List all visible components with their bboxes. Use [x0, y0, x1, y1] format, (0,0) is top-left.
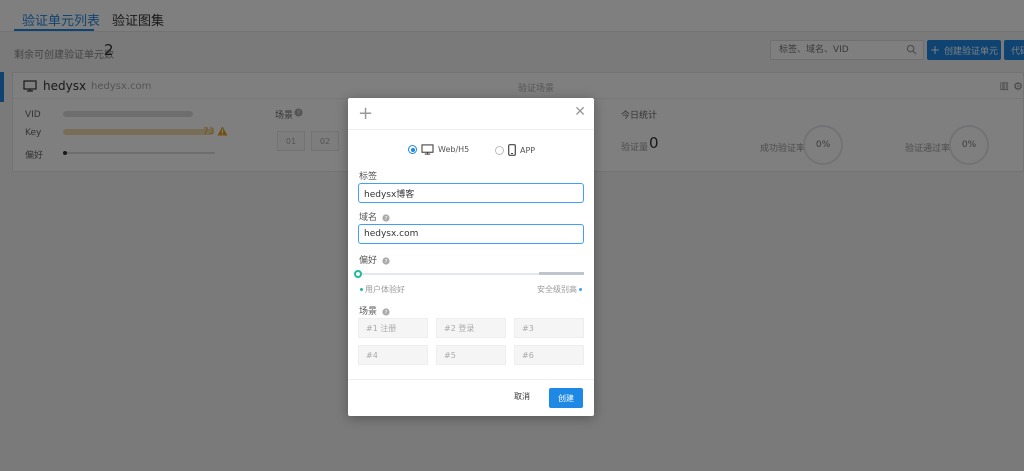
close-icon[interactable]: ✕	[574, 105, 586, 119]
domain-input[interactable]	[358, 224, 584, 244]
scene-option[interactable]: #6	[514, 345, 584, 365]
scene-option[interactable]: #3	[514, 318, 584, 338]
scene-option[interactable]: #5	[436, 345, 506, 365]
help-icon[interactable]: ?	[382, 256, 390, 265]
blue-dot-icon	[579, 288, 582, 291]
plus-icon: +	[358, 103, 374, 124]
radio-app[interactable]	[495, 145, 504, 155]
cancel-button[interactable]: 取消	[514, 391, 530, 402]
platform-app-option[interactable]: APP	[495, 144, 535, 156]
svg-text:?: ?	[384, 310, 387, 316]
pref-label: 偏好	[359, 256, 378, 266]
radio-web[interactable]	[408, 145, 417, 154]
scene-option[interactable]: #2 登录	[436, 318, 506, 338]
mobile-icon	[508, 144, 516, 156]
svg-text:?: ?	[384, 259, 387, 265]
platform-app-label: APP	[520, 145, 536, 155]
scene-option[interactable]: #4	[358, 345, 428, 365]
pref-slider-segment	[539, 272, 584, 275]
pref-right-label: 安全级别高	[537, 284, 584, 295]
scene-label-row: 场景 ?	[359, 304, 390, 317]
platform-web-option[interactable]: Web/H5	[408, 144, 469, 155]
tag-input[interactable]	[358, 183, 584, 203]
pref-right-text: 安全级别高	[537, 285, 577, 294]
domain-label-row: 域名 ?	[359, 210, 390, 223]
scene-option[interactable]: #1 注册	[358, 318, 428, 338]
divider	[348, 379, 594, 380]
svg-text:?: ?	[384, 216, 387, 222]
platform-web-label: Web/H5	[438, 145, 470, 154]
monitor-icon	[421, 144, 434, 155]
green-dot-icon	[360, 288, 363, 291]
create-unit-dialog: + ✕ Web/H5 APP 标签 域名 ? 偏好 ? 用户体验好 安全级别高 …	[348, 98, 594, 416]
help-icon[interactable]: ?	[382, 213, 390, 222]
scene-label: 场景	[359, 307, 378, 317]
pref-left-label: 用户体验好	[358, 284, 405, 295]
divider	[348, 129, 594, 130]
pref-slider-knob[interactable]	[354, 270, 362, 278]
pref-label-row: 偏好 ?	[359, 253, 390, 266]
domain-label: 域名	[359, 213, 378, 223]
tag-label: 标签	[359, 172, 378, 182]
pref-left-text: 用户体验好	[365, 285, 405, 294]
help-icon[interactable]: ?	[382, 307, 390, 316]
create-button[interactable]: 创建	[549, 388, 583, 408]
